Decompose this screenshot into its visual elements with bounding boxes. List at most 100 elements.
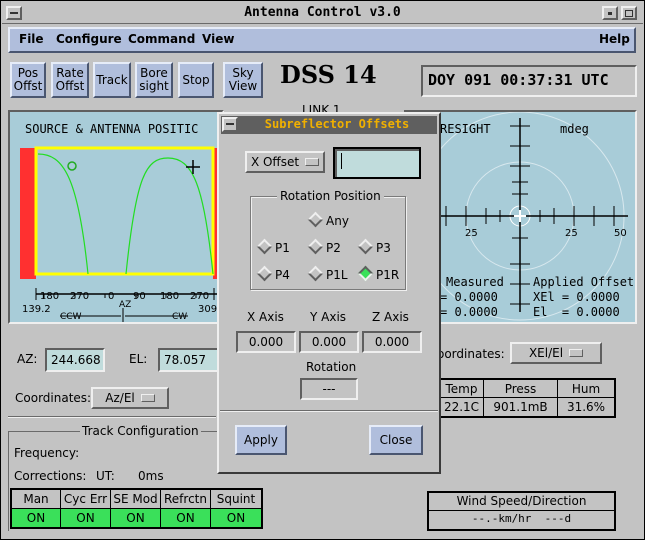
- utc-clock: DOY 091 00:37:31 UTC: [428, 71, 609, 89]
- menu-configure[interactable]: Configure: [56, 32, 122, 46]
- dropdown-icon: [305, 158, 320, 166]
- radio-p3-label: P3: [376, 241, 391, 255]
- sky-view-button[interactable]: Sky View: [223, 62, 263, 98]
- se-mod-header: SE Mod: [111, 490, 161, 509]
- y-axis-value: 0.000: [299, 331, 359, 353]
- menu-command[interactable]: Command: [128, 32, 195, 46]
- x-axis-value: 0.000: [236, 331, 296, 353]
- press-header: Press: [484, 380, 558, 398]
- rate-offst-button[interactable]: Rate Offst: [51, 62, 89, 98]
- minimize-button[interactable]: [602, 6, 618, 20]
- menu-view[interactable]: View: [202, 32, 234, 46]
- cyc-err-status: ON: [61, 509, 111, 527]
- stop-label: Stop: [182, 72, 210, 87]
- rate-offst-label: Rate Offst: [55, 66, 85, 93]
- applied-offset-label: Applied Offset: [533, 275, 635, 289]
- squint-status: ON: [211, 509, 261, 527]
- measured-label: Measured: [446, 275, 504, 289]
- radio-p1r-label: P1R: [376, 268, 400, 282]
- stop-button[interactable]: Stop: [178, 62, 214, 98]
- dialog-menu-icon: [226, 123, 234, 125]
- coordinates-label: Coordinates:: [15, 391, 92, 405]
- close-label: Close: [379, 432, 413, 447]
- pos-offst-label: Pos Offst: [13, 66, 43, 93]
- radio-p1l-label: P1L: [326, 268, 348, 282]
- ccw-label: CCW: [60, 312, 82, 322]
- azimuth-plot: [20, 146, 223, 279]
- az-tick-6: 270: [190, 291, 210, 302]
- az-limit-right: 309: [198, 304, 218, 315]
- refrctn-header: Refrctn: [161, 490, 211, 509]
- source-panel-title: SOURCE & ANTENNA POSITIC: [25, 122, 199, 136]
- text-cursor-icon: [341, 153, 342, 169]
- az-axis-label: AZ: [119, 300, 132, 310]
- pos-offst-button[interactable]: Pos Offst: [10, 62, 46, 98]
- window-menu-button[interactable]: [6, 6, 22, 20]
- frequency-label: Frequency:: [14, 446, 80, 460]
- az-tick-3: 0: [108, 291, 115, 302]
- az-tick-1: 180: [40, 291, 60, 302]
- axis-select[interactable]: X Offset: [245, 151, 325, 173]
- right-coordinates-select[interactable]: XEl/El: [510, 342, 602, 364]
- boresight-title: RESIGHT: [440, 122, 491, 136]
- scale-label-left: 25: [465, 228, 478, 239]
- maximize-button[interactable]: [621, 6, 637, 20]
- maximize-icon: [625, 10, 633, 17]
- az-tick-2: 270: [70, 291, 90, 302]
- applied-el: El = 0.0000: [533, 305, 620, 319]
- divider-left: [8, 416, 216, 418]
- z-axis-label: Z Axis: [372, 310, 409, 324]
- apply-button[interactable]: Apply: [235, 425, 287, 455]
- apply-label: Apply: [244, 432, 278, 447]
- dropdown-icon: [140, 394, 155, 402]
- radio-any-label: Any: [326, 214, 349, 228]
- rotation-label: Rotation: [306, 360, 357, 374]
- window-menu-icon: [10, 12, 18, 14]
- measured-value-1: = 0.0000: [440, 290, 498, 304]
- hum-value: 31.6%: [566, 400, 606, 414]
- track-label: Track: [96, 72, 128, 87]
- man-header: Man: [12, 490, 61, 509]
- minimize-icon: [608, 12, 612, 15]
- az-label: AZ:: [17, 352, 38, 366]
- bore-sight-button[interactable]: Bore sight: [135, 62, 173, 98]
- ut-value: 0ms: [138, 469, 164, 483]
- dialog-divider: [220, 410, 438, 412]
- offset-input[interactable]: [333, 147, 421, 179]
- squint-header: Squint: [211, 490, 261, 509]
- dialog-menu-button[interactable]: [222, 117, 238, 132]
- cyc-err-header: Cyc Err: [61, 490, 111, 509]
- x-axis-label: X Axis: [247, 310, 284, 324]
- menu-file[interactable]: File: [19, 32, 44, 46]
- applied-xel: XEl = 0.0000: [533, 290, 620, 304]
- refrctn-status: ON: [161, 509, 211, 527]
- y-axis-label: Y Axis: [310, 310, 347, 324]
- man-status: ON: [12, 509, 61, 527]
- track-button[interactable]: Track: [93, 62, 131, 98]
- menu-help[interactable]: Help: [599, 32, 630, 46]
- az-limit-left: 139.2: [22, 304, 51, 315]
- bore-sight-label: Bore sight: [139, 66, 169, 93]
- ut-label: UT:: [96, 469, 115, 483]
- boresight-units: mdeg: [560, 122, 589, 136]
- radio-p1-label: P1: [275, 241, 290, 255]
- z-axis-value: 0.000: [362, 331, 422, 353]
- rotation-group-title: Rotation Position: [277, 189, 384, 203]
- rotation-value: ---: [300, 378, 358, 400]
- axis-select-value: X Offset: [250, 155, 300, 169]
- sky-view-label: Sky View: [228, 66, 258, 93]
- dropdown-icon: [569, 349, 584, 357]
- right-coordinates-label: oordinates:: [437, 347, 505, 361]
- el-label: EL:: [129, 352, 148, 366]
- radio-p4-label: P4: [275, 268, 290, 282]
- coordinates-select-value: Az/El: [105, 391, 135, 405]
- wind-value: --.-km/hr ---d: [471, 512, 572, 525]
- wind-title: Wind Speed/Direction: [429, 493, 614, 511]
- close-button[interactable]: Close: [369, 425, 423, 455]
- dialog-title: Subreflector Offsets: [264, 117, 410, 131]
- measured-value-2: = 0.0000: [440, 305, 498, 319]
- corrections-label: Corrections:: [14, 469, 87, 483]
- coordinates-select[interactable]: Az/El: [91, 387, 169, 409]
- az-tick-4: 90: [133, 291, 146, 302]
- el-value-field: 78.057: [158, 348, 220, 372]
